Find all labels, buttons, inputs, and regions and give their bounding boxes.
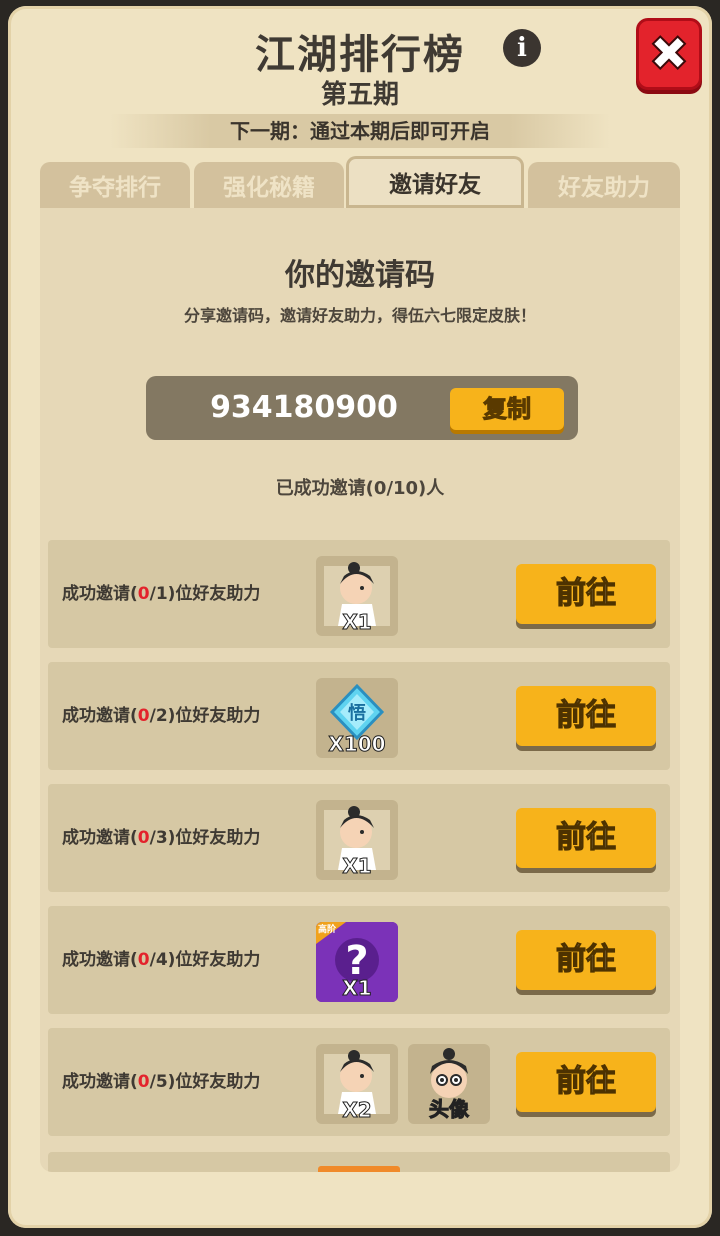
list-item-partial xyxy=(48,1152,670,1172)
reward-qty: X1 xyxy=(342,976,372,1001)
list-item: 成功邀请(0/3)位好友助力 X1 前往 xyxy=(48,784,670,892)
info-icon[interactable]: i xyxy=(503,29,541,67)
reward-item-partial xyxy=(318,1166,400,1172)
tab-friend-assist[interactable]: 好友助力 xyxy=(528,162,680,208)
reward-qty: X1 xyxy=(342,854,372,879)
list-item: 成功邀请(0/1)位好友助力 X1 前往 xyxy=(48,540,670,648)
close-icon: ✖ xyxy=(648,26,690,82)
go-button[interactable]: 前往 xyxy=(516,808,656,868)
list-item: 成功邀请(0/4)位好友助力 ? 高阶 X1 前往 xyxy=(48,906,670,1014)
row-label: 成功邀请(0/5)位好友助力 xyxy=(62,1072,261,1092)
reward-qty: 头像 xyxy=(429,1097,470,1122)
reward-qty: X100 xyxy=(328,732,386,757)
go-button[interactable]: 前往 xyxy=(516,564,656,624)
copy-button[interactable]: 复制 xyxy=(450,388,564,430)
go-button[interactable]: 前往 xyxy=(516,686,656,746)
row-label: 成功邀请(0/3)位好友助力 xyxy=(62,828,261,848)
page-title: 江湖排行榜 xyxy=(255,32,465,78)
period-subtitle: 第五期 xyxy=(320,80,399,110)
row-label: 成功邀请(0/1)位好友助力 xyxy=(62,584,261,604)
next-period-banner: 下一期：通过本期后即可开启 xyxy=(110,114,610,148)
tab-bar: 争夺排行 强化秘籍 邀请好友 好友助力 xyxy=(40,156,680,208)
go-button[interactable]: 前往 xyxy=(516,930,656,990)
reward-badge: 高阶 xyxy=(318,925,337,935)
invite-code-title: 你的邀请码 xyxy=(285,258,435,293)
list-item: 成功邀请(0/2)位好友助力 悟 X100 前往 xyxy=(48,662,670,770)
tab-enhancement[interactable]: 强化秘籍 xyxy=(194,162,344,208)
reward-item: X1 xyxy=(316,800,398,880)
row-label: 成功邀请(0/4)位好友助力 xyxy=(62,950,261,970)
reward-item: ? 高阶 X1 xyxy=(316,922,398,1002)
reward-qty: X2 xyxy=(342,1098,372,1123)
reward-item: X2 xyxy=(316,1044,398,1124)
svg-text:悟: 悟 xyxy=(348,702,366,724)
list-item: 成功邀请(0/5)位好友助力 X2 头像 前往 xyxy=(48,1028,670,1136)
reward-item: X1 xyxy=(316,556,398,636)
tab-ranking[interactable]: 争夺排行 xyxy=(40,162,190,208)
invite-content: 你的邀请码 分享邀请码，邀请好友助力，得伍六七限定皮肤！ 934180900 复… xyxy=(40,208,680,1172)
invite-code-box: 934180900 复制 xyxy=(146,376,578,440)
reward-item: 头像 xyxy=(408,1044,490,1124)
reward-item: 悟 X100 xyxy=(316,678,398,758)
tab-invite-friends[interactable]: 邀请好友 xyxy=(346,156,524,208)
reward-qty: X1 xyxy=(342,610,372,635)
invite-code-value: 934180900 xyxy=(210,390,398,425)
invite-description: 分享邀请码，邀请好友助力，得伍六七限定皮肤！ xyxy=(183,306,536,325)
go-button[interactable]: 前往 xyxy=(516,1052,656,1112)
invite-count: 已成功邀请(0/10)人 xyxy=(275,478,445,499)
row-label: 成功邀请(0/2)位好友助力 xyxy=(62,706,261,726)
